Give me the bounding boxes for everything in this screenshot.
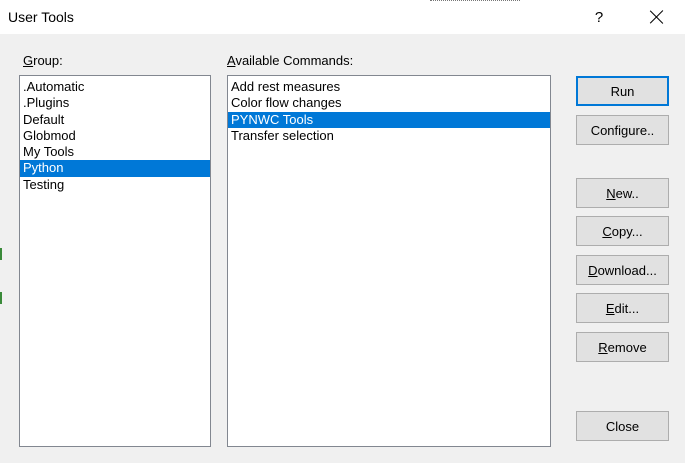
edge-mark: [0, 248, 2, 260]
group-listbox[interactable]: .Automatic .Plugins Default Globmod My T…: [19, 75, 211, 447]
background-artifact: [430, 0, 520, 7]
group-item[interactable]: .Automatic: [20, 79, 210, 95]
user-tools-dialog: User Tools ? Group: Available Commands: …: [0, 0, 685, 463]
group-item[interactable]: .Plugins: [20, 95, 210, 111]
configure-button[interactable]: Confi g ure..: [576, 115, 669, 145]
new-button[interactable]: New..: [576, 178, 669, 208]
command-item[interactable]: Add rest measures: [228, 79, 550, 95]
title-bar[interactable]: User Tools ?: [0, 0, 685, 34]
close-icon: [650, 10, 664, 24]
download-button[interactable]: Download...: [576, 255, 669, 285]
close-window-button[interactable]: [634, 0, 680, 34]
copy-button[interactable]: Copy...: [576, 216, 669, 246]
remove-button[interactable]: Remove: [576, 332, 669, 362]
commands-listbox[interactable]: Add rest measures Color flow changes PYN…: [227, 75, 551, 447]
edit-button[interactable]: Edit...: [576, 293, 669, 323]
command-item[interactable]: Transfer selection: [228, 128, 550, 144]
help-button[interactable]: ?: [576, 0, 622, 34]
close-button[interactable]: Close: [576, 411, 669, 441]
available-commands-label: Available Commands:: [227, 53, 354, 68]
group-item[interactable]: My Tools: [20, 144, 210, 160]
command-item[interactable]: Color flow changes: [228, 95, 550, 111]
group-label: Group:: [23, 53, 63, 68]
group-item[interactable]: Testing: [20, 177, 210, 193]
group-item[interactable]: Globmod: [20, 128, 210, 144]
help-icon: ?: [594, 8, 604, 26]
group-item[interactable]: Default: [20, 112, 210, 128]
edge-mark: [0, 292, 2, 304]
window-title: User Tools: [8, 9, 74, 25]
group-item-selected[interactable]: Python: [20, 160, 210, 177]
run-button[interactable]: Run: [576, 76, 669, 106]
command-item-selected[interactable]: PYNWC Tools: [228, 111, 550, 128]
